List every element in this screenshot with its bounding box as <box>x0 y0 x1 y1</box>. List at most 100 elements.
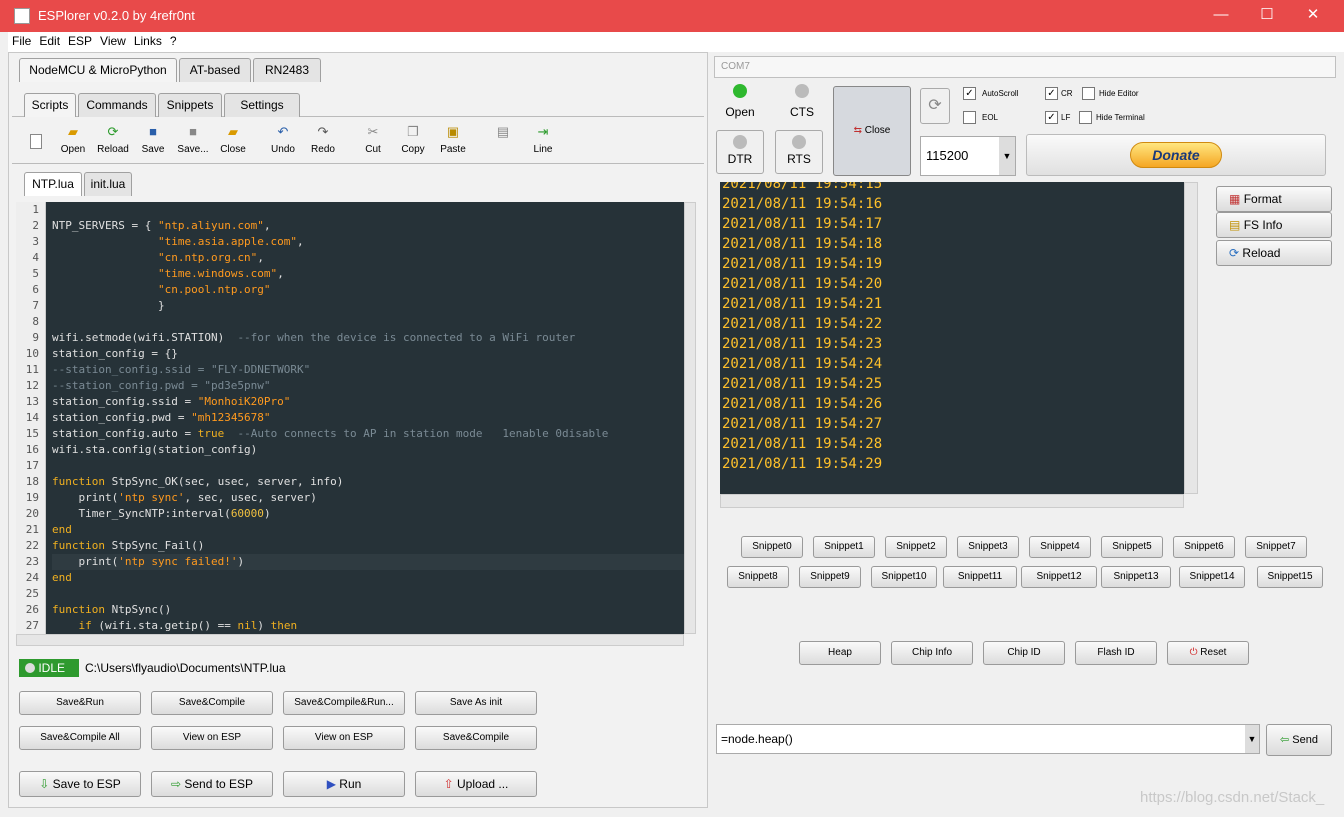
snippet-button-12[interactable]: Snippet12 <box>1021 566 1097 588</box>
line-icon: ⇥ <box>537 124 549 139</box>
snippet-button-8[interactable]: Snippet8 <box>727 566 789 588</box>
close-port-button[interactable]: ⇆ Close <box>833 86 911 176</box>
line-button[interactable]: ⇥ Line <box>523 124 563 162</box>
menu-view[interactable]: View <box>96 32 130 50</box>
close-window-button[interactable]: ✕ <box>1290 0 1336 32</box>
file-tab-init[interactable]: init.lua <box>84 172 132 196</box>
save-to-esp-button[interactable]: ⇩ Save to ESP <box>19 771 141 797</box>
editor-hscroll[interactable] <box>16 634 684 646</box>
editor-vscroll[interactable] <box>684 202 696 634</box>
snippet-button-15[interactable]: Snippet15 <box>1257 566 1323 588</box>
format-button[interactable]: ▦ Format <box>1216 186 1332 212</box>
terminal-output[interactable]: 2021/08/11 19:54:15 2021/08/11 19:54:16 20… <box>720 182 1184 494</box>
baud-select[interactable]: 115200 ▼ <box>920 136 1016 176</box>
line-number: 9 <box>32 331 39 344</box>
snippet-button-9[interactable]: Snippet9 <box>799 566 861 588</box>
flash-id-button[interactable]: Flash ID <box>1075 641 1157 665</box>
send-button[interactable]: ⇦ Send <box>1266 724 1332 756</box>
hide-editor-checkbox[interactable] <box>1082 87 1095 100</box>
menu-edit[interactable]: Edit <box>35 32 64 50</box>
lf-checkbox[interactable]: ✓ <box>1045 111 1058 124</box>
tab-at-based[interactable]: AT-based <box>179 58 251 82</box>
menu-esp[interactable]: ESP <box>64 32 96 50</box>
view-on-esp-button[interactable]: View on ESP <box>151 726 273 750</box>
rts-button[interactable]: RTS <box>775 130 823 174</box>
command-input[interactable]: =node.heap() ▼ <box>716 724 1260 754</box>
open-port-button[interactable]: Open <box>718 84 762 124</box>
reload-button[interactable]: ⟳ Reload <box>93 124 133 162</box>
save-compile-button-2[interactable]: Save&Compile <box>415 726 537 750</box>
fs-reload-button[interactable]: ⟳ Reload <box>1216 240 1332 266</box>
code-lines: NTP_SERVERS = { "ntp.aliyun.com", "time.… <box>52 202 684 634</box>
snippet-button-7[interactable]: Snippet7 <box>1245 536 1307 558</box>
scissors-icon: ✂ <box>367 124 379 139</box>
tab-commands[interactable]: Commands <box>78 93 156 117</box>
open-button[interactable]: ▰ Open <box>53 124 93 162</box>
tab-nodemcu[interactable]: NodeMCU & MicroPython <box>19 58 177 82</box>
tab-scripts[interactable]: Scripts <box>24 93 76 117</box>
snippet-button-3[interactable]: Snippet3 <box>957 536 1019 558</box>
upload-button[interactable]: ⇧ Upload ... <box>415 771 537 797</box>
snippet-button-6[interactable]: Snippet6 <box>1173 536 1235 558</box>
terminal-vscroll[interactable] <box>1184 182 1198 494</box>
line-number: 2 <box>32 219 39 232</box>
code-line: "cn.pool.ntp.org" <box>157 283 271 296</box>
autoscroll-checkbox[interactable]: ✓ <box>963 87 976 100</box>
save-as-button[interactable]: ■ Save... <box>173 124 213 162</box>
snippet-button-13[interactable]: Snippet13 <box>1101 566 1171 588</box>
heap-button[interactable]: Heap <box>799 641 881 665</box>
eol-checkbox[interactable] <box>963 111 976 124</box>
maximize-button[interactable]: ☐ <box>1244 0 1290 32</box>
save-button[interactable]: ■ Save <box>133 124 173 162</box>
save-as-init-button[interactable]: Save As init <box>415 691 537 715</box>
redo-button[interactable]: ↷ Redo <box>303 124 343 162</box>
cr-checkbox[interactable]: ✓ <box>1045 87 1058 100</box>
snippet-button-1[interactable]: Snippet1 <box>813 536 875 558</box>
snippet-button-2[interactable]: Snippet2 <box>885 536 947 558</box>
paste-button[interactable]: ▣ Paste <box>433 124 473 162</box>
tab-settings[interactable]: Settings <box>224 93 300 117</box>
code-line: --station_config.ssid = "FLY-DDNETWORK" <box>52 363 311 376</box>
cut-button[interactable]: ✂ Cut <box>353 124 393 162</box>
history-dropdown-icon[interactable]: ▼ <box>1245 725 1259 753</box>
new-file-button[interactable] <box>16 124 56 162</box>
run-button[interactable]: ▶ Run <box>283 771 405 797</box>
tab-rn2483[interactable]: RN2483 <box>253 58 321 82</box>
dtr-button[interactable]: DTR <box>716 130 764 174</box>
undo-button[interactable]: ↶ Undo <box>263 124 303 162</box>
snippet-button-11[interactable]: Snippet11 <box>943 566 1017 588</box>
code-line: station_config.pwd = "mh12345678" <box>52 411 271 424</box>
db-button[interactable]: ▤ <box>483 124 523 162</box>
save-run-button[interactable]: Save&Run <box>19 691 141 715</box>
donate-button[interactable]: Donate <box>1130 142 1222 168</box>
minimize-button[interactable]: — <box>1198 0 1244 32</box>
tab-snippets[interactable]: Snippets <box>158 93 222 117</box>
line-number: 20 <box>25 507 39 520</box>
save-compile-run-button[interactable]: Save&Compile&Run... <box>283 691 405 715</box>
snippet-button-10[interactable]: Snippet10 <box>871 566 937 588</box>
close-file-button[interactable]: ▰ Close <box>213 124 253 162</box>
snippet-button-5[interactable]: Snippet5 <box>1101 536 1163 558</box>
send-to-esp-button[interactable]: ⇨ Send to ESP <box>151 771 273 797</box>
save-compile-all-button[interactable]: Save&Compile All <box>19 726 141 750</box>
chip-info-button[interactable]: Chip Info <box>891 641 973 665</box>
refresh-ports-button[interactable]: ⟳ <box>920 88 950 124</box>
view-on-esp-button-2[interactable]: View on ESP <box>283 726 405 750</box>
menu-file[interactable]: File <box>8 32 35 50</box>
terminal-line: 2021/08/11 19:54:22 <box>722 316 883 332</box>
chip-id-button[interactable]: Chip ID <box>983 641 1065 665</box>
snippet-button-4[interactable]: Snippet4 <box>1029 536 1091 558</box>
hide-terminal-checkbox[interactable] <box>1079 111 1092 124</box>
snippet-button-14[interactable]: Snippet14 <box>1179 566 1245 588</box>
code-editor[interactable]: 1 2 3 4 5 6 7 8 9 10 11 12 13 14 15 16 17 18 19 20 21 22 23 24 2… <box>16 202 684 634</box>
save-compile-button[interactable]: Save&Compile <box>151 691 273 715</box>
terminal-hscroll[interactable] <box>720 494 1184 508</box>
reset-button[interactable]: ⏻ Reset <box>1167 641 1249 665</box>
copy-button[interactable]: ❐ Copy <box>393 124 433 162</box>
menu-links[interactable]: Links <box>130 32 166 50</box>
snippet-button-0[interactable]: Snippet0 <box>741 536 803 558</box>
fs-info-button[interactable]: ▤ FS Info <box>1216 212 1332 238</box>
port-select[interactable]: COM7 <box>714 56 1336 78</box>
menu-help[interactable]: ? <box>166 32 181 50</box>
file-tab-ntp[interactable]: NTP.lua <box>24 172 82 196</box>
